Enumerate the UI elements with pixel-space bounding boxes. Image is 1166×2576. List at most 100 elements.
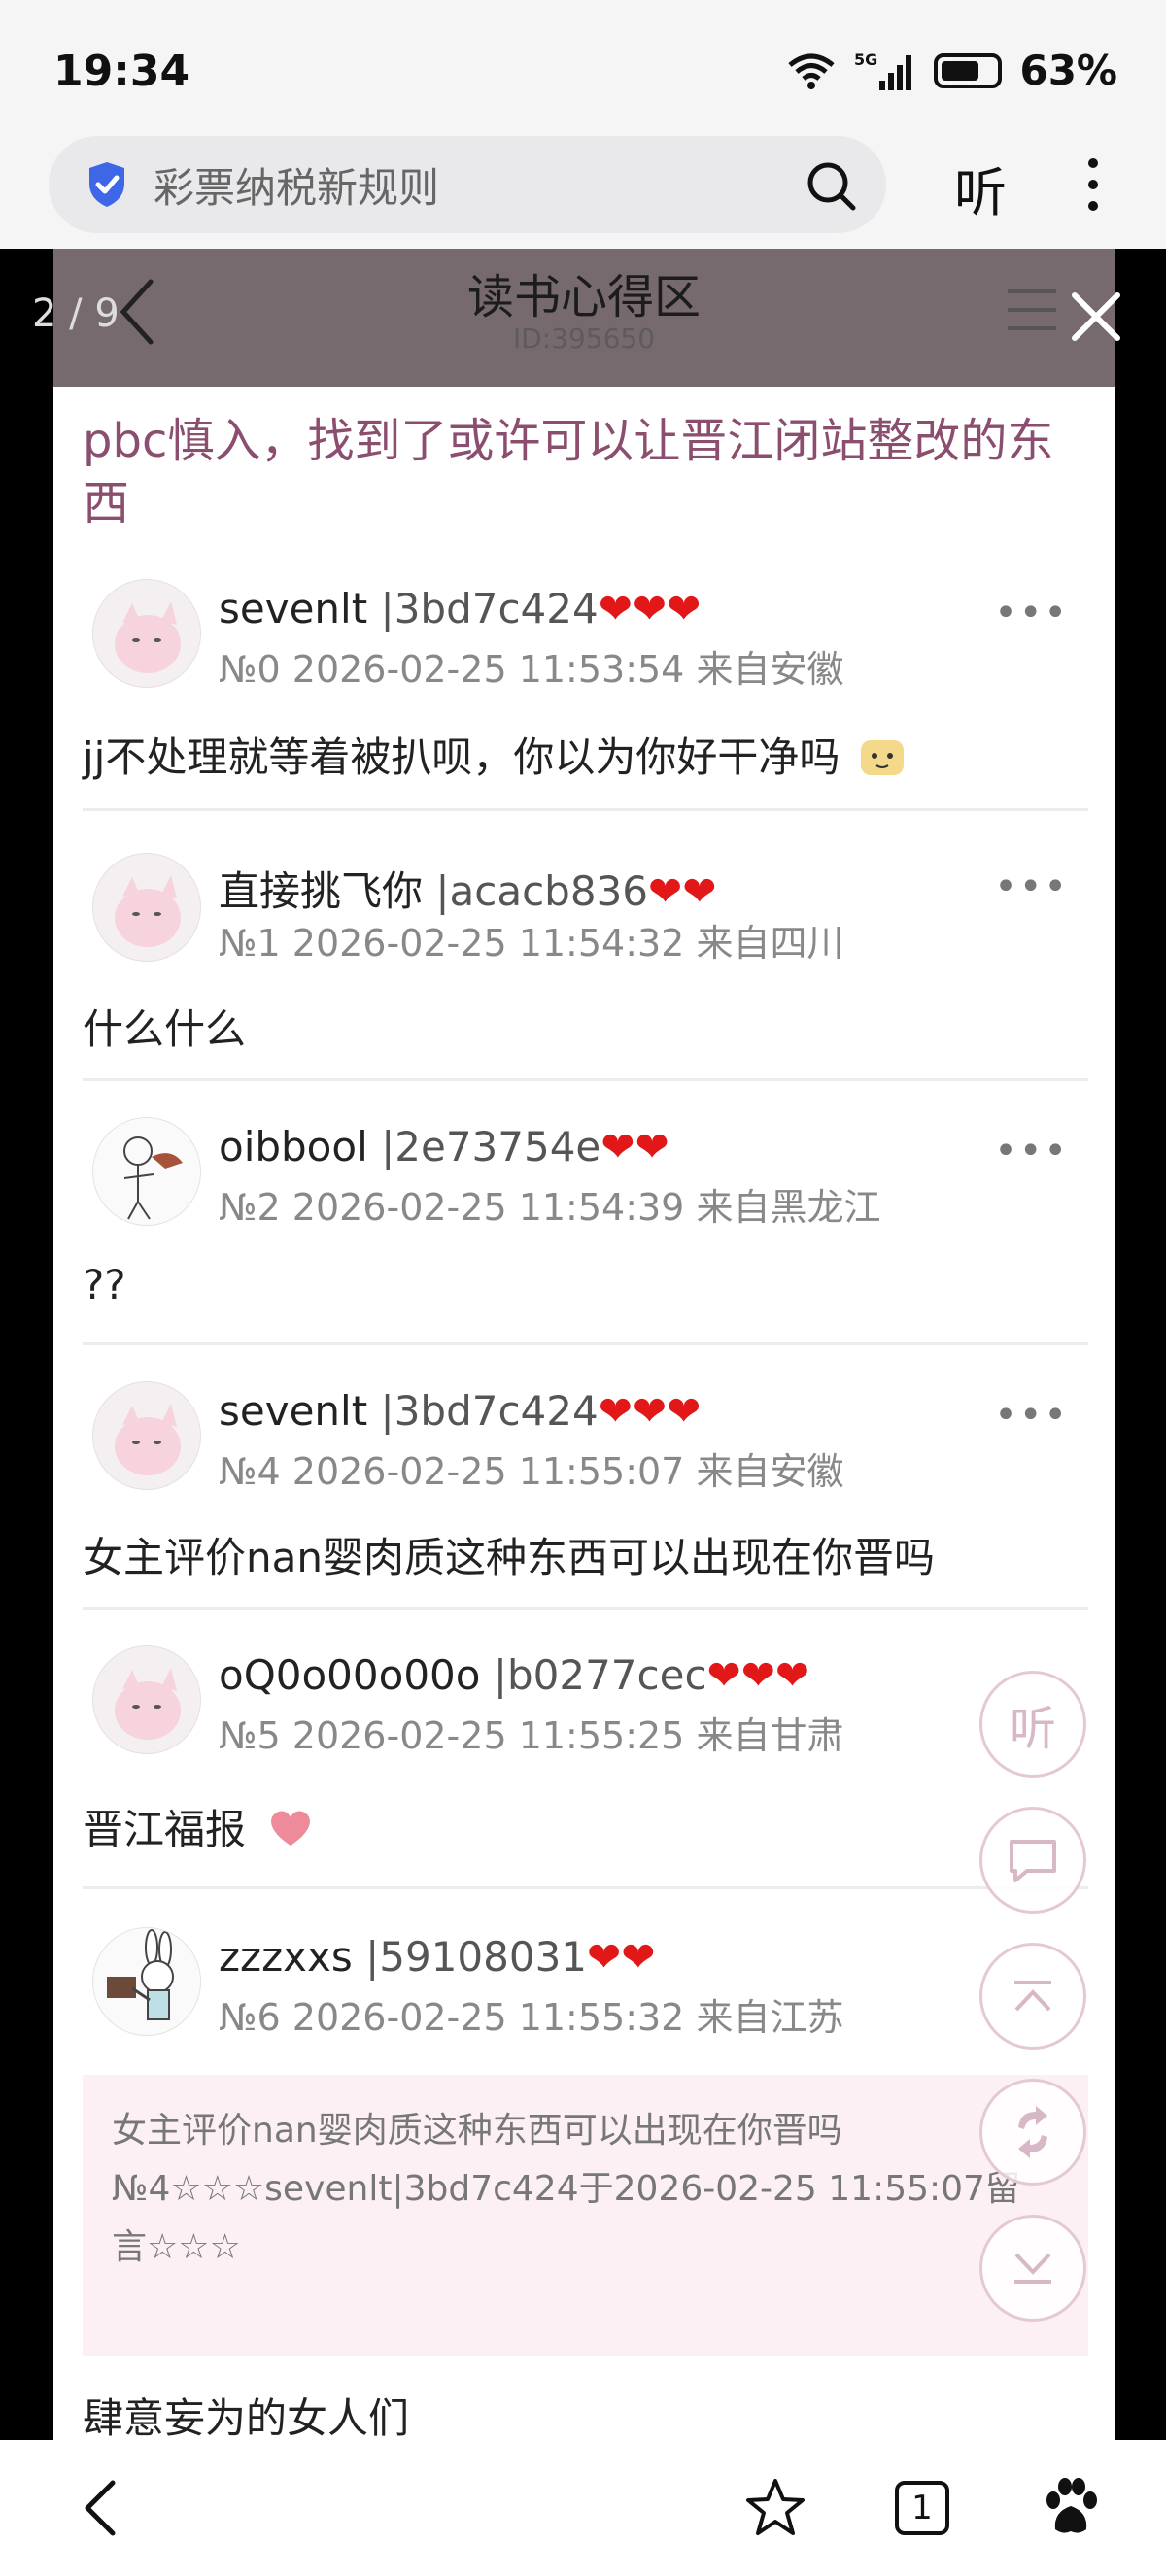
heart-icons: ❤❤❤ (706, 1651, 810, 1699)
username: 直接挑飞你 (219, 867, 424, 915)
divider (83, 1078, 1088, 1081)
cat-emoji-icon (860, 740, 904, 775)
browser-toolbar: 彩票纳税新规则 听 (0, 136, 1166, 249)
user-id: |b0277cec (493, 1651, 707, 1699)
user-id: |3bd7c424 (380, 1387, 599, 1435)
more-vertical-icon[interactable] (1079, 155, 1108, 214)
post-meta: №1 2026-02-25 11:54:32 来自四川 (219, 922, 844, 965)
tabs-count-button[interactable]: 1 (895, 2481, 949, 2535)
post-item: oQ0o00o00o |b0277cec❤❤❤ №5 2026-02-25 11… (83, 1645, 1088, 1898)
divider (83, 1342, 1088, 1345)
close-icon[interactable] (1069, 289, 1123, 344)
avatar[interactable] (92, 1645, 201, 1754)
comment-button[interactable] (979, 1807, 1086, 1914)
heart-emoji-icon (271, 1811, 311, 1846)
address-bar-text: 彩票纳税新规则 (154, 163, 440, 212)
rabbit-avatar-icon (93, 1928, 200, 2035)
more-options-icon[interactable]: ••• (994, 1393, 1069, 1438)
address-bar[interactable]: 彩票纳税新规则 (49, 136, 886, 233)
pink-creature-avatar-icon (115, 1404, 181, 1475)
heart-icons: ❤❤ (600, 1123, 669, 1170)
post-content: 肆意妄为的女人们 (83, 2394, 410, 2440)
quoted-post: 女主评价nan婴肉质这种东西可以出现在你晋吗 №4☆☆☆sevenlt|3bd7… (83, 2075, 1088, 2356)
username: oQ0o00o00o (219, 1651, 481, 1699)
post-meta: №6 2026-02-25 11:55:32 来自江苏 (219, 1996, 844, 2039)
quote-line: 言☆☆☆ (112, 2227, 241, 2267)
user-id: |59108031 (365, 1933, 588, 1981)
network-type-label: 5G (854, 51, 877, 69)
listen-fab-button[interactable]: 听 (979, 1671, 1086, 1778)
post-item: oibbool |2e73754e❤❤ №2 2026-02-25 11:54:… (83, 1117, 1088, 1350)
post-item: 直接挑飞你 |acacb836❤❤ №1 2026-02-25 11:54:32… (83, 853, 1088, 1086)
user-id: |3bd7c424 (380, 585, 599, 632)
heart-icons: ❤❤❤ (598, 585, 702, 632)
post-content: 晋江福报 (83, 1797, 315, 1856)
username: sevenlt (219, 585, 368, 632)
forum-id: ID:395650 (512, 322, 656, 355)
bottom-navigation: 1 (0, 2440, 1166, 2576)
quote-line: 女主评价nan婴肉质这种东西可以出现在你晋吗 (112, 2111, 842, 2151)
username: oibbool (219, 1123, 368, 1170)
more-options-icon[interactable]: ••• (994, 591, 1069, 635)
screen: 19:34 5G 63% 彩票纳税新规则 听 2 / 9 读书心得区 ID:39… (0, 0, 1166, 2576)
post-username: oQ0o00o00o |b0277cec❤❤❤ (219, 1651, 809, 1699)
heart-icons: ❤❤ (648, 867, 717, 915)
cellular-signal-icon: 5G (854, 51, 912, 90)
more-options-icon[interactable]: ••• (994, 1129, 1069, 1173)
baidu-paw-icon[interactable] (1040, 2477, 1102, 2539)
more-options-icon[interactable]: ••• (994, 864, 1069, 909)
wifi-icon (788, 53, 836, 89)
back-icon[interactable] (72, 2477, 134, 2539)
pink-creature-avatar-icon (115, 1668, 181, 1740)
username: sevenlt (219, 1387, 368, 1435)
post-item: sevenlt |3bd7c424❤❤❤ №4 2026-02-25 11:55… (83, 1381, 1088, 1614)
shield-icon (89, 162, 124, 207)
username: zzzxxs (219, 1933, 353, 1981)
arrow-down-icon (1014, 2253, 1051, 2284)
divider (83, 1607, 1088, 1610)
pink-creature-avatar-icon (115, 601, 181, 673)
refresh-button[interactable] (979, 2079, 1086, 2186)
forum-header: 读书心得区 ID:395650 (53, 249, 1115, 387)
listen-button[interactable]: 听 (954, 150, 1007, 226)
sketch-character-avatar-icon (93, 1118, 200, 1225)
post-text: jj不处理就等着被扒呗，你以为你好干净吗 (83, 733, 840, 781)
post-username: sevenlt |3bd7c424❤❤❤ (219, 585, 701, 632)
user-id: |acacb836 (435, 867, 649, 915)
screenshot-viewer: 读书心得区 ID:395650 pbc慎入，找到了或许可以让晋江闭站整改的东西 (53, 249, 1115, 2440)
post-username: zzzxxs |59108031❤❤ (219, 1933, 655, 1981)
search-icon[interactable] (805, 159, 857, 212)
divider (83, 1886, 1088, 1889)
avatar[interactable] (92, 853, 201, 962)
forum-title: 读书心得区 (466, 270, 701, 324)
quote-line: №4☆☆☆sevenlt|3bd7c424于2026-02-25 11:55:0… (112, 2169, 1020, 2209)
post-meta: №5 2026-02-25 11:55:25 来自甘肃 (219, 1714, 844, 1757)
refresh-icon (1018, 2106, 1047, 2158)
avatar[interactable] (92, 1117, 201, 1226)
avatar[interactable] (92, 1927, 201, 2036)
pink-creature-avatar-icon (115, 875, 181, 947)
battery-icon (934, 52, 1003, 88)
heart-icons: ❤❤ (587, 1933, 656, 1981)
scroll-bottom-button[interactable] (979, 2215, 1086, 2322)
post-meta: №0 2026-02-25 11:53:54 来自安徽 (219, 648, 844, 691)
post-meta: №4 2026-02-25 11:55:07 来自安徽 (219, 1450, 844, 1493)
post-content: jj不处理就等着被扒呗，你以为你好干净吗 (83, 725, 906, 784)
post-username: sevenlt |3bd7c424❤❤❤ (219, 1387, 701, 1435)
menu-icon[interactable] (1006, 286, 1058, 334)
heart-icons: ❤❤❤ (598, 1387, 702, 1435)
avatar[interactable] (92, 579, 201, 688)
bookmark-star-icon[interactable] (744, 2477, 806, 2539)
topic-title: pbc慎入，找到了或许可以让晋江闭站整改的东西 (83, 414, 1054, 530)
arrow-up-icon (1014, 1981, 1051, 2012)
scroll-top-button[interactable] (979, 1943, 1086, 2050)
post-item: zzzxxs |59108031❤❤ №6 2026-02-25 11:55:3… (83, 1927, 1088, 2053)
post-meta: №2 2026-02-25 11:54:39 来自黑龙江 (219, 1186, 881, 1229)
post-content: 什么什么 (83, 1005, 247, 1053)
post-username: oibbool |2e73754e❤❤ (219, 1123, 669, 1170)
image-page-counter: 2 / 9 (32, 291, 120, 336)
avatar[interactable] (92, 1381, 201, 1490)
post-username: 直接挑飞你 |acacb836❤❤ (219, 859, 716, 918)
battery-percent: 63% (1019, 47, 1117, 94)
status-time: 19:34 (53, 47, 190, 96)
